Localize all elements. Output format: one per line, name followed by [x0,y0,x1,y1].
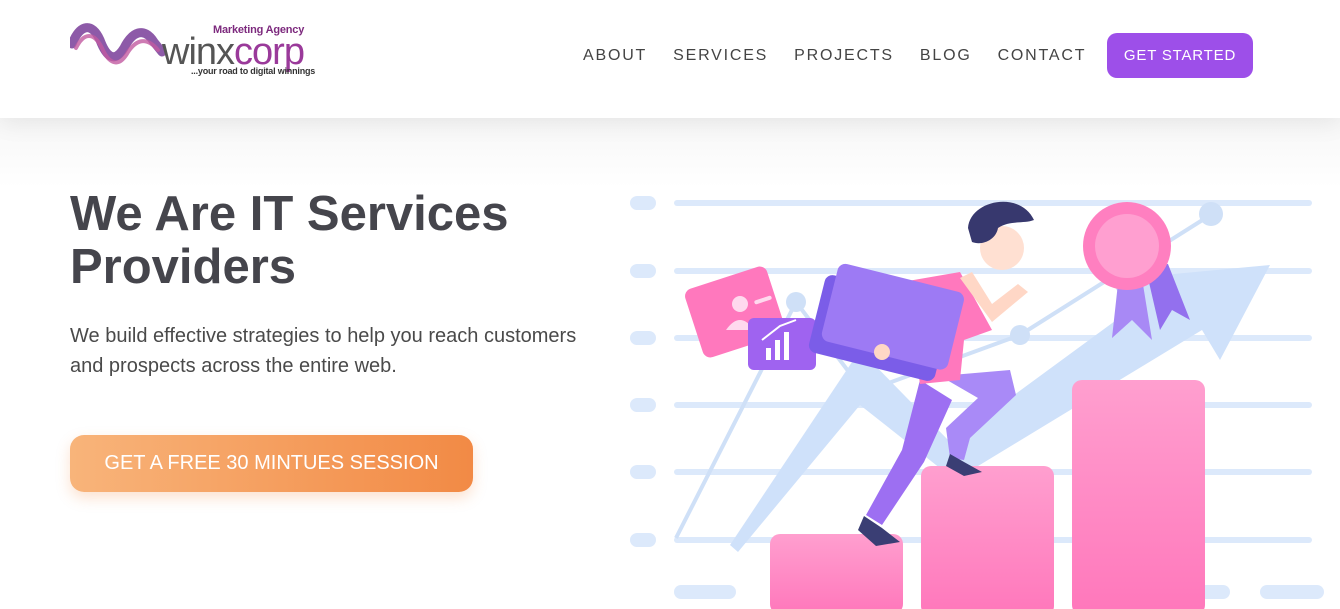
main-nav: ABOUT SERVICES PROJECTS BLOG CONTACT [583,46,1112,66]
get-started-button[interactable]: GET STARTED [1107,33,1253,78]
nav-contact[interactable]: CONTACT [998,46,1087,66]
hero-subtitle: We build effective strategies to help yo… [70,325,577,377]
site-header: Marketing Agency winxcorp ...your road t… [0,0,1340,118]
free-session-button[interactable]: GET A FREE 30 MINTUES SESSION [70,435,473,492]
nav-about[interactable]: ABOUT [583,46,647,66]
nav-projects[interactable]: PROJECTS [794,46,894,66]
nav-blog[interactable]: BLOG [920,46,972,66]
brand-logo[interactable]: Marketing Agency winxcorp ...your road t… [70,18,315,80]
logo-tagline-bottom: ...your road to digital winnings [191,66,316,76]
nav-services[interactable]: SERVICES [673,46,768,66]
hero-illustration [630,196,1324,609]
hero-title: We Are IT Services Providers [70,187,509,294]
bar-chart-icon [748,318,816,370]
